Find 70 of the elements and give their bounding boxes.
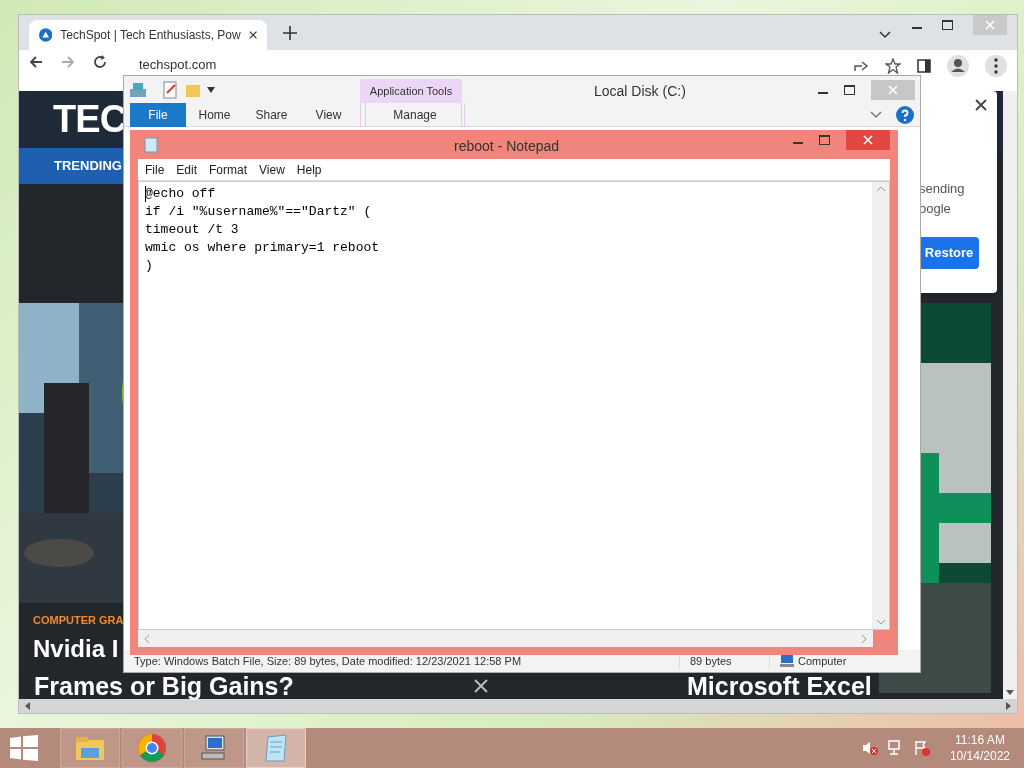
back-icon[interactable] bbox=[29, 55, 43, 69]
site-icon bbox=[39, 27, 53, 43]
ribbon-tab[interactable]: View bbox=[300, 102, 357, 127]
properties-icon[interactable] bbox=[163, 80, 179, 99]
horizontal-scrollbar[interactable] bbox=[19, 699, 1017, 713]
taskbar-button[interactable] bbox=[184, 728, 244, 768]
context-tab-group: Application Tools bbox=[360, 79, 462, 103]
vertical-scrollbar[interactable] bbox=[1003, 91, 1017, 699]
site-logo[interactable]: TEC bbox=[53, 91, 127, 148]
maximize-icon[interactable] bbox=[819, 135, 830, 145]
headline[interactable]: Microsoft Excel bbox=[687, 673, 872, 699]
close-icon[interactable] bbox=[248, 30, 257, 40]
status-text: Type: Windows Batch File, Size: 89 bytes, Date modified: 12/23/2021 12:58 PM bbox=[134, 653, 523, 669]
chevron-down-icon[interactable] bbox=[879, 31, 891, 39]
notepad-icon bbox=[262, 733, 290, 763]
maximize-icon[interactable] bbox=[942, 20, 953, 30]
start-icon[interactable] bbox=[10, 735, 38, 761]
share-icon[interactable] bbox=[853, 59, 869, 73]
status-text: Computer bbox=[798, 653, 847, 669]
scroll-right-icon[interactable] bbox=[1006, 702, 1011, 710]
close-icon bbox=[863, 135, 873, 145]
menu-item[interactable]: Format bbox=[209, 160, 248, 179]
notepad-icon bbox=[144, 136, 158, 153]
folder-icon bbox=[75, 734, 105, 762]
chrome-icon bbox=[137, 733, 167, 763]
restore-button[interactable]: Restore bbox=[919, 237, 979, 269]
dropdown-icon[interactable] bbox=[207, 86, 215, 93]
close-icon[interactable] bbox=[975, 99, 987, 111]
menu-item[interactable]: File bbox=[145, 160, 165, 179]
clock-time: 11:16 AM bbox=[955, 732, 1005, 748]
taskbar-button[interactable] bbox=[122, 728, 182, 768]
scroll-down-icon[interactable] bbox=[1006, 690, 1014, 695]
menu-item[interactable]: Help bbox=[296, 160, 322, 179]
window-title: reboot - Notepad bbox=[454, 137, 560, 156]
headline[interactable]: Frames or Big Gains? bbox=[34, 673, 294, 699]
code-line: timeout /t 3 bbox=[145, 221, 240, 239]
code-line: @echo off bbox=[145, 185, 217, 203]
profile-icon[interactable] bbox=[947, 55, 969, 77]
sidebar-icon[interactable] bbox=[917, 59, 931, 73]
help-icon[interactable] bbox=[896, 105, 914, 124]
scroll-left-icon[interactable] bbox=[25, 702, 30, 710]
menu-item[interactable]: Edit bbox=[176, 160, 198, 179]
close-icon[interactable] bbox=[474, 679, 488, 693]
address-field[interactable]: techspot.com bbox=[139, 55, 217, 75]
ribbon-tab[interactable]: Home bbox=[186, 102, 243, 127]
code-line: ) bbox=[145, 257, 154, 275]
popup-text: sending bbox=[919, 180, 966, 198]
close-icon bbox=[985, 20, 995, 30]
browser-tab[interactable]: TechSpot | Tech Enthusiasts, Pow bbox=[29, 20, 267, 50]
drive-icon bbox=[129, 80, 147, 99]
maximize-icon[interactable] bbox=[844, 84, 855, 95]
muted-speaker-icon[interactable] bbox=[861, 740, 878, 756]
star-icon[interactable] bbox=[885, 58, 901, 74]
category-label[interactable]: COMPUTER GRA bbox=[33, 612, 124, 629]
tab-title: TechSpot | Tech Enthusiasts, Pow bbox=[60, 27, 241, 44]
ribbon-tab[interactable]: File bbox=[130, 102, 186, 127]
new-tab-icon[interactable] bbox=[283, 26, 297, 40]
computer-icon bbox=[780, 655, 794, 667]
headline[interactable]: Nvidia I bbox=[33, 631, 119, 667]
reload-icon[interactable] bbox=[93, 55, 107, 69]
menu-icon[interactable] bbox=[985, 55, 1007, 77]
flag-icon[interactable] bbox=[913, 740, 930, 756]
window-title: Local Disk (C:) bbox=[594, 82, 686, 101]
code-line: wmic os where primary=1 reboot bbox=[145, 239, 381, 257]
menu-item[interactable]: View bbox=[259, 160, 285, 179]
ribbon-tab[interactable]: Share bbox=[243, 102, 300, 127]
clock-date: 10/14/2022 bbox=[949, 748, 1010, 764]
close-icon bbox=[888, 84, 898, 95]
code-line: if /i "%username%"=="Dartz" ( bbox=[145, 203, 373, 221]
ribbon-tab[interactable]: Manage bbox=[365, 102, 465, 127]
